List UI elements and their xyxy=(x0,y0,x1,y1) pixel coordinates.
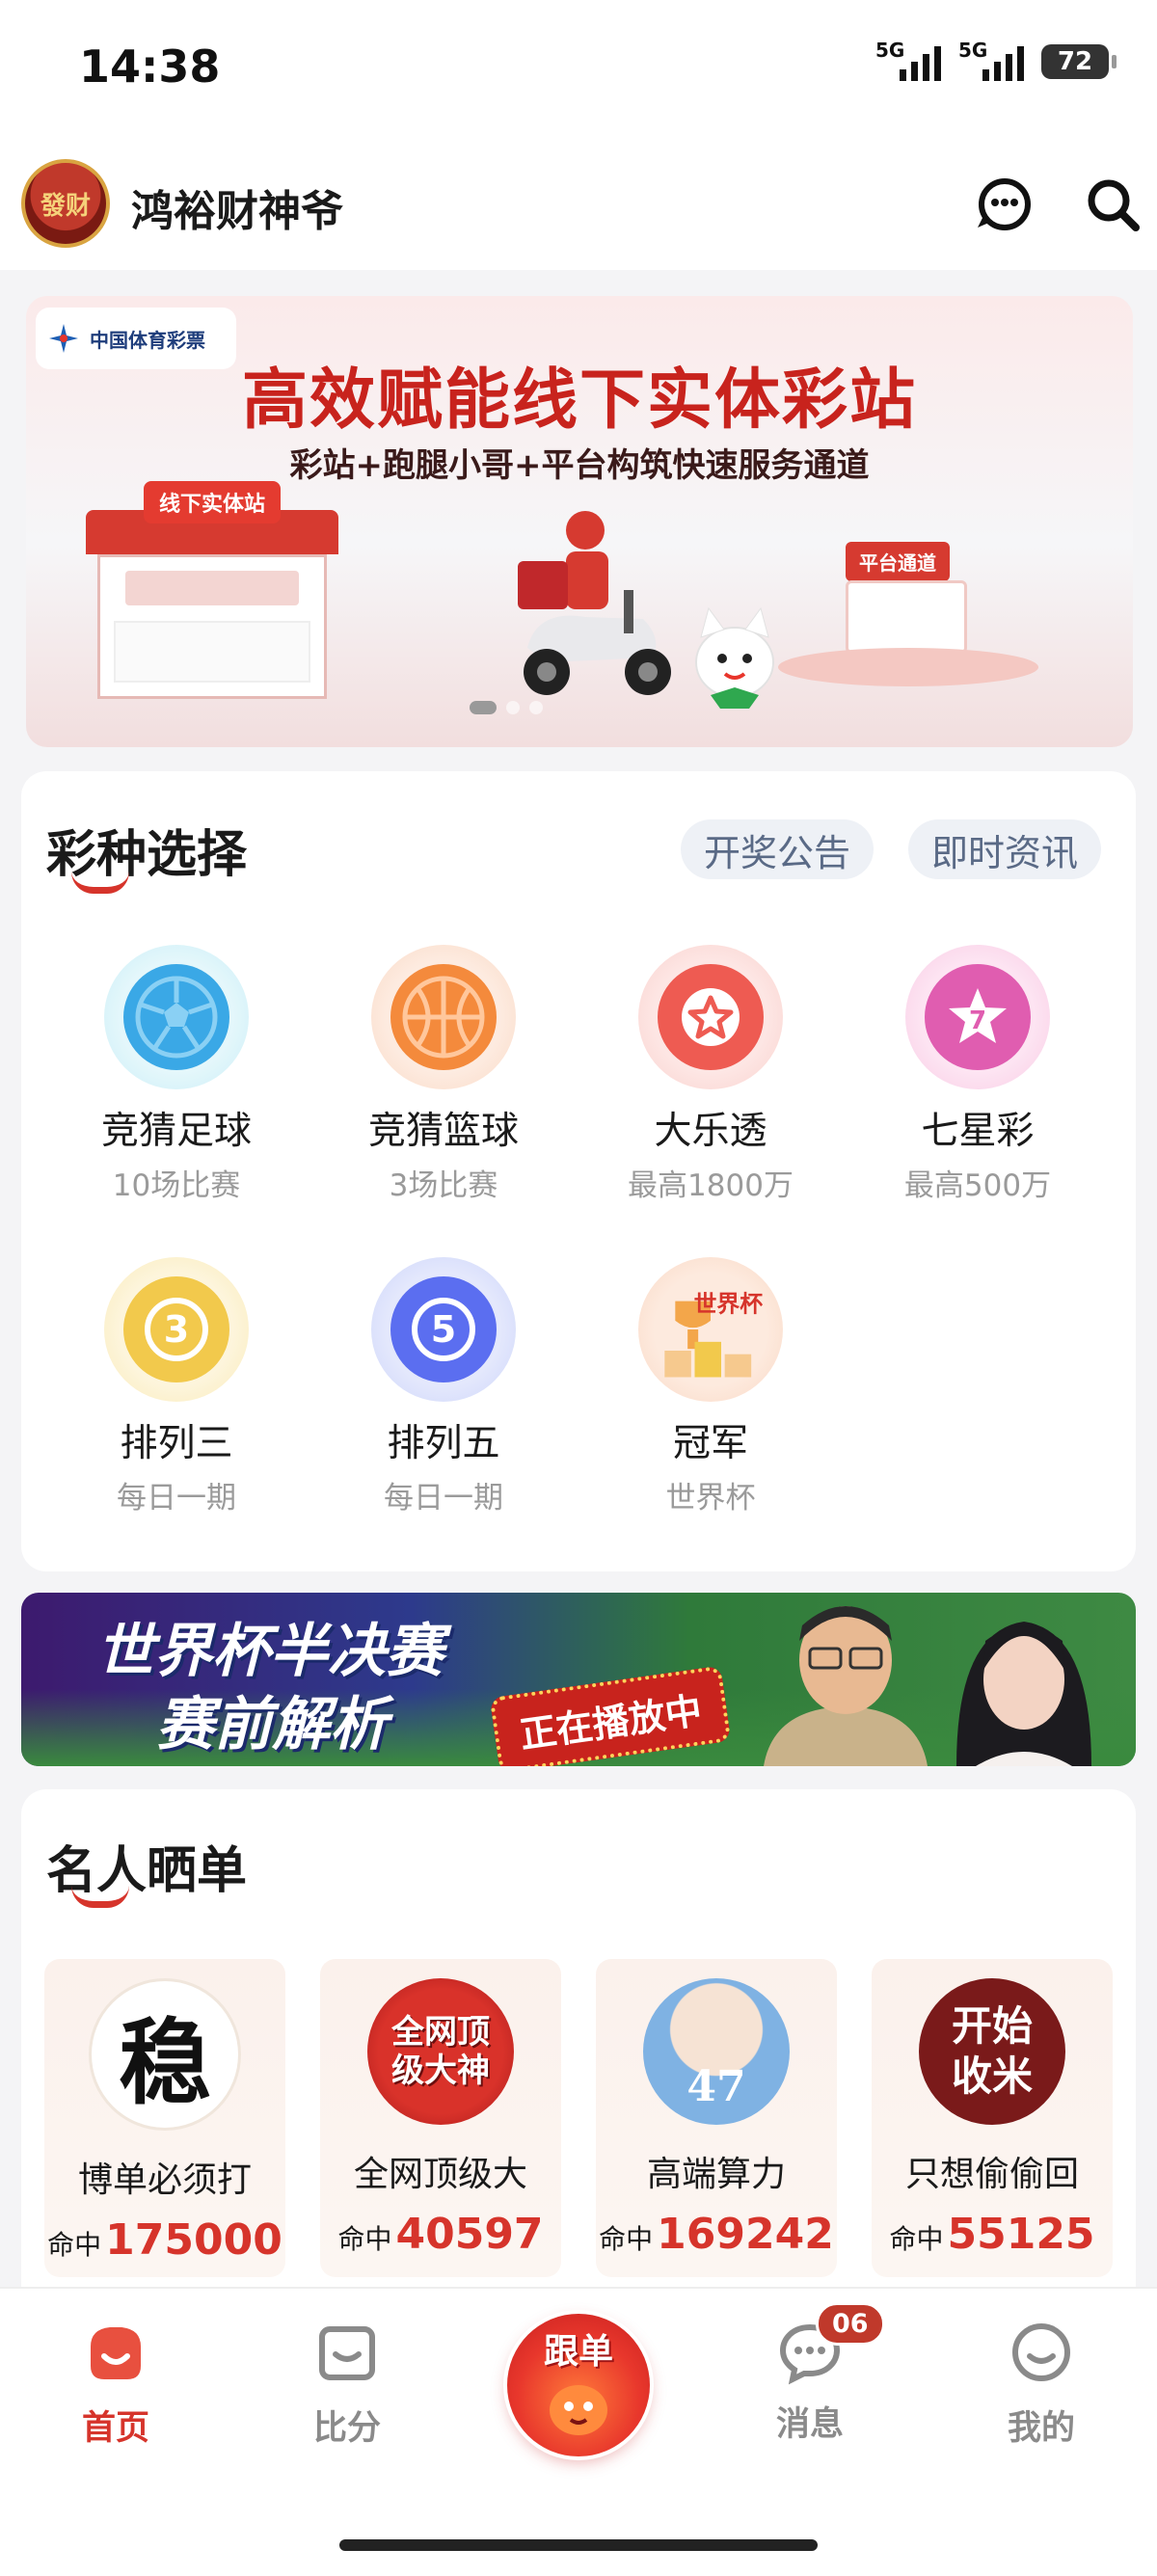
hit-count: 命中 175000 xyxy=(47,2215,283,2265)
home-icon xyxy=(91,2327,141,2379)
number-three-icon: 3 xyxy=(104,1257,249,1402)
tab-me[interactable]: 我的 xyxy=(945,2318,1138,2450)
game-football[interactable]: 竞猜足球 10场比赛 xyxy=(70,945,283,1204)
banner-subtitle: 彩站+跑腿小哥+平台构筑快速服务通道 xyxy=(289,446,870,485)
tab-label: 首页 xyxy=(81,2409,149,2448)
celebrity-item[interactable]: 稳 博单必须打 命中 175000 xyxy=(44,1959,285,2277)
score-icon xyxy=(319,2326,375,2380)
avatar: 稳 xyxy=(89,1978,241,2131)
tab-label: 比分 xyxy=(312,2409,381,2448)
app-header: 發财 鸿裕财神爷 xyxy=(0,140,1157,270)
game-name: 七星彩 xyxy=(921,1110,1035,1153)
bottom-nav: 首页 比分 跟单 06 消息 我的 xyxy=(0,2287,1157,2576)
profile-icon xyxy=(1012,2323,1070,2381)
game-basketball[interactable]: 竞猜篮球 3场比赛 xyxy=(337,945,550,1204)
celebrity-item[interactable]: 开始收米 只想偷偷回 命中 55125 xyxy=(872,1959,1113,2277)
game-super-lotto[interactable]: 大乐透 最高1800万 xyxy=(605,945,817,1204)
celebrity-picks-card: 名人晒单 稳 博单必须打 命中 175000 全网顶级大神 全网顶级大 命中 405… xyxy=(21,1789,1136,2291)
booth-sign: 线下实体站 xyxy=(144,481,282,523)
football-icon xyxy=(104,945,249,1089)
game-champion[interactable]: 世界杯 冠军 世界杯 xyxy=(605,1257,817,1516)
hit-count: 命中 40597 xyxy=(337,2210,544,2259)
avatar[interactable]: 發财 xyxy=(21,159,110,248)
search-icon[interactable] xyxy=(1082,174,1144,235)
game-name: 排列三 xyxy=(120,1422,233,1465)
status-time: 14:38 xyxy=(79,40,221,93)
platform-sign: 平台通道 xyxy=(846,542,950,581)
world-cup-trophy-icon: 世界杯 xyxy=(638,1257,783,1402)
game-subtitle: 10场比赛 xyxy=(112,1168,241,1203)
lottery-selection-card: 彩种选择 开奖公告 即时资讯 竞猜足球 10场比赛 竞猜篮球 3场比赛 大乐透 … xyxy=(21,771,1136,1571)
message-count-badge: 06 xyxy=(816,2302,885,2346)
follow-bet-button[interactable]: 跟单 xyxy=(507,2314,650,2456)
platform-illustration: 平台通道 xyxy=(778,542,1038,696)
promo-line2: 赛前解析 xyxy=(156,1691,388,1758)
home-indicator xyxy=(339,2539,818,2551)
host-woman-illustration xyxy=(956,1622,1091,1766)
battery-icon: 72 xyxy=(1041,44,1117,79)
title-accent xyxy=(71,872,129,894)
celebrity-name: 全网顶级大 xyxy=(353,2155,527,2194)
instant-news-chip[interactable]: 即时资讯 xyxy=(908,819,1102,879)
number-five-icon: 5 xyxy=(371,1257,516,1402)
tab-score[interactable]: 比分 xyxy=(251,2318,444,2450)
tab-label: 消息 xyxy=(775,2405,844,2444)
avatar: 开始收米 xyxy=(919,1978,1065,2125)
status-indicators: 5G 5G 72 xyxy=(875,39,1117,87)
game-name: 大乐透 xyxy=(654,1110,767,1153)
game-name: 竞猜篮球 xyxy=(367,1110,519,1153)
game-name: 冠军 xyxy=(672,1422,748,1465)
game-pick-five[interactable]: 5 排列五 每日一期 xyxy=(337,1257,550,1516)
promo-banner[interactable]: 中国体育彩票 高效赋能线下实体彩站 彩站+跑腿小哥+平台构筑快速服务通道 线下实… xyxy=(26,296,1133,747)
game-name: 排列五 xyxy=(387,1422,500,1465)
app-title: 鸿裕财神爷 xyxy=(131,187,343,236)
game-subtitle: 最高500万 xyxy=(903,1168,1052,1203)
tab-label: 我的 xyxy=(1007,2409,1075,2448)
status-bar: 14:38 5G 5G 72 xyxy=(0,0,1157,140)
world-cup-promo-banner[interactable]: 世界杯半决赛 赛前解析 正在播放中 xyxy=(21,1593,1136,1766)
game-subtitle: 最高1800万 xyxy=(628,1168,794,1203)
svg-text:7: 7 xyxy=(969,1006,986,1035)
hit-count: 命中 55125 xyxy=(889,2210,1095,2259)
svg-text:3: 3 xyxy=(164,1308,189,1351)
lottery-booth-illustration: 线下实体站 xyxy=(86,481,338,703)
basketball-icon xyxy=(371,945,516,1089)
svg-text:世界杯: 世界杯 xyxy=(694,1291,764,1318)
banner-pagination xyxy=(470,701,543,714)
game-seven-star[interactable]: 7 七星彩 最高500万 xyxy=(872,945,1084,1204)
hit-count: 命中 169242 xyxy=(599,2210,834,2259)
celebrity-name: 高端算力 xyxy=(646,2155,786,2194)
game-subtitle: 每日一期 xyxy=(117,1481,236,1516)
celebrity-item[interactable]: 全网顶级大神 全网顶级大 命中 40597 xyxy=(320,1959,561,2277)
game-subtitle: 每日一期 xyxy=(384,1481,503,1516)
banner-title: 高效赋能线下实体彩站 xyxy=(241,362,917,439)
courier-scooter-illustration xyxy=(518,511,671,695)
mascot-illustration xyxy=(695,606,774,709)
mascot-icon xyxy=(550,2385,607,2435)
customer-service-icon[interactable] xyxy=(974,174,1036,235)
tab-messages[interactable]: 06 消息 xyxy=(713,2302,906,2446)
star-ball-icon xyxy=(638,945,783,1089)
signal-icon: 5G xyxy=(875,39,941,87)
seven-star-icon: 7 xyxy=(905,945,1050,1089)
title-accent xyxy=(71,1886,129,1908)
game-subtitle: 3场比赛 xyxy=(389,1168,498,1203)
svg-text:5: 5 xyxy=(431,1308,456,1351)
game-pick-three[interactable]: 3 排列三 每日一期 xyxy=(70,1257,283,1516)
game-subtitle: 世界杯 xyxy=(665,1481,756,1516)
tab-home[interactable]: 首页 xyxy=(19,2318,212,2450)
game-name: 竞猜足球 xyxy=(100,1110,252,1153)
celebrity-item[interactable]: 47 高端算力 命中 169242 xyxy=(596,1959,837,2277)
live-badge: 正在播放中 xyxy=(489,1665,732,1766)
avatar: 47 xyxy=(643,1978,790,2125)
celebrity-name: 博单必须打 xyxy=(77,2160,252,2200)
promo-line1: 世界杯半决赛 xyxy=(96,1618,444,1685)
draw-announcement-chip[interactable]: 开奖公告 xyxy=(681,819,874,879)
avatar: 全网顶级大神 xyxy=(367,1978,514,2125)
celebrity-name: 只想偷偷回 xyxy=(904,2155,1079,2194)
signal-icon: 5G xyxy=(958,39,1024,87)
